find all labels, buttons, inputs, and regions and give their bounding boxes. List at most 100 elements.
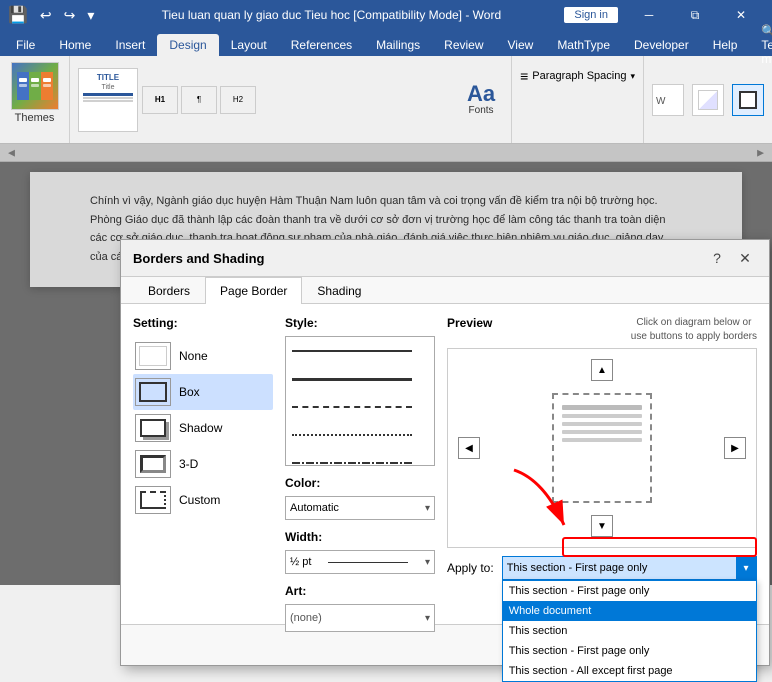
close-button[interactable]: ✕ — [718, 0, 764, 30]
setting-custom[interactable]: Custom — [133, 482, 273, 518]
themes-group[interactable]: Themes — [0, 56, 70, 143]
restore-button[interactable]: ⧉ — [672, 0, 718, 30]
style-gallery: H1 ¶ H2 — [142, 86, 455, 114]
customize-button[interactable]: ▾ — [83, 5, 98, 26]
tab-help[interactable]: Help — [701, 34, 750, 56]
style-solid-2[interactable] — [286, 365, 434, 393]
style-label: Style: — [285, 316, 435, 330]
preview-label: Preview — [447, 316, 492, 330]
apply-options-list: This section - First page only Whole doc… — [502, 580, 757, 682]
document-area: ◀ ▶ Chính vì vậy, Ngành giáo dục huyện H… — [0, 144, 772, 585]
borders-shading-dialog: Borders and Shading ? ✕ Borders Page Bor… — [120, 239, 770, 666]
setting-shadow[interactable]: Shadow — [133, 410, 273, 446]
title-bar-controls: ↩ ↪ ▾ — [36, 5, 99, 26]
setting-shadow-icon — [135, 414, 171, 442]
heading1-style[interactable]: H1 — [142, 86, 178, 114]
color-value: Automatic — [290, 502, 339, 514]
setting-box[interactable]: Box — [133, 374, 273, 410]
ribbon-tabs: File Home Insert Design Layout Reference… — [0, 30, 772, 56]
tab-mailings[interactable]: Mailings — [364, 34, 432, 56]
settings-column: Setting: None Box — [133, 316, 273, 612]
apply-option-section-first[interactable]: This section - First page only — [503, 641, 756, 661]
style-column: Style: — [285, 316, 435, 612]
apply-option-section-except[interactable]: This section - All except first page — [503, 661, 756, 681]
page-color-button[interactable] — [692, 84, 724, 116]
apply-row: Apply to: This section - First page only… — [447, 556, 757, 580]
setting-shadow-label: Shadow — [179, 421, 222, 435]
style-dotted[interactable] — [286, 421, 434, 449]
apply-label: Apply to: — [447, 561, 494, 575]
setting-box-icon — [135, 378, 171, 406]
dialog-tab-shading[interactable]: Shading — [302, 277, 376, 304]
setting-label: Setting: — [133, 316, 273, 330]
apply-option-section[interactable]: This section — [503, 621, 756, 641]
tab-layout[interactable]: Layout — [219, 34, 279, 56]
preview-right-button[interactable]: ▶ — [724, 437, 746, 459]
apply-dropdown[interactable]: This section - First page only ▾ — [502, 556, 757, 580]
apply-dropdown-wrap: This section - First page only ▾ This se… — [502, 556, 757, 580]
dialog-tab-borders[interactable]: Borders — [133, 277, 205, 304]
tab-references[interactable]: References — [279, 34, 364, 56]
tab-home[interactable]: Home — [47, 34, 103, 56]
tab-file[interactable]: File — [4, 34, 47, 56]
setting-none[interactable]: None — [133, 338, 273, 374]
apply-option-first-page[interactable]: This section - First page only — [503, 581, 756, 601]
heading2-style[interactable]: H2 — [220, 86, 256, 114]
preview-left-button[interactable]: ◀ — [458, 437, 480, 459]
tab-view[interactable]: View — [496, 34, 546, 56]
setting-custom-label: Custom — [179, 493, 220, 507]
width-row: Width: ½ pt ▾ — [285, 530, 435, 574]
preview-hint: Click on diagram below oruse buttons to … — [631, 316, 757, 344]
setting-none-label: None — [179, 349, 208, 363]
setting-3d-label: 3-D — [179, 457, 198, 471]
word-icon: 💾 — [8, 5, 28, 25]
page-borders-button[interactable] — [732, 84, 764, 116]
width-arrow: ▾ — [425, 557, 430, 568]
dialog-tab-page-border[interactable]: Page Border — [205, 277, 302, 304]
tab-insert[interactable]: Insert — [103, 34, 157, 56]
style-listbox[interactable] — [285, 336, 435, 466]
art-row: Art: (none) ▾ — [285, 584, 435, 632]
preview-box: ▲ ◀ ▶ ▼ — [447, 348, 757, 548]
paragraph-spacing-button[interactable]: ≡ Paragraph Spacing ▾ — [512, 56, 644, 143]
dialog-body: Setting: None Box — [121, 304, 769, 624]
style-solid[interactable] — [286, 337, 434, 365]
setting-3d[interactable]: 3-D — [133, 446, 273, 482]
style-dashed[interactable] — [286, 393, 434, 421]
dialog-close-button[interactable]: ✕ — [733, 248, 757, 268]
minimize-button[interactable]: ─ — [626, 0, 672, 30]
dialog-tabs: Borders Page Border Shading — [121, 277, 769, 304]
tab-developer[interactable]: Developer — [622, 34, 701, 56]
art-arrow: ▾ — [425, 613, 430, 624]
color-row: Color: Automatic ▾ — [285, 476, 435, 520]
apply-option-whole-doc[interactable]: Whole document — [503, 601, 756, 621]
setting-custom-icon — [135, 486, 171, 514]
preview-inner-area — [532, 373, 672, 523]
tab-design[interactable]: Design — [157, 34, 218, 56]
tab-mathtype[interactable]: MathType — [545, 34, 622, 56]
normal-style[interactable]: ¶ — [181, 86, 217, 114]
tab-review[interactable]: Review — [432, 34, 495, 56]
signin-button[interactable]: Sign in — [564, 7, 618, 23]
themes-label: Themes — [15, 112, 55, 124]
redo-button[interactable]: ↪ — [60, 5, 80, 26]
width-label: Width: — [285, 530, 435, 544]
dialog-help-button[interactable]: ? — [705, 248, 729, 268]
dialog-title-controls: ? ✕ — [705, 248, 757, 268]
fonts-button[interactable]: Aa Fonts — [459, 83, 503, 116]
width-select[interactable]: ½ pt ▾ — [285, 550, 435, 574]
preview-header: Preview Click on diagram below oruse but… — [447, 316, 757, 344]
style-dash-dot[interactable] — [286, 449, 434, 466]
color-select[interactable]: Automatic ▾ — [285, 496, 435, 520]
window-controls: ─ ⧉ ✕ — [626, 0, 764, 30]
style-preview-1[interactable]: TITLE Title — [78, 68, 138, 132]
undo-button[interactable]: ↩ — [36, 5, 56, 26]
watermark-button[interactable]: W — [652, 84, 684, 116]
dialog-title-bar: Borders and Shading ? ✕ — [121, 240, 769, 277]
tab-tell-me[interactable]: 🔍 Tell me — [749, 34, 772, 56]
setting-none-icon — [135, 342, 171, 370]
color-arrow: ▾ — [425, 503, 430, 514]
preview-column: Preview Click on diagram below oruse but… — [447, 316, 757, 612]
art-select[interactable]: (none) ▾ — [285, 604, 435, 632]
setting-3d-icon — [135, 450, 171, 478]
